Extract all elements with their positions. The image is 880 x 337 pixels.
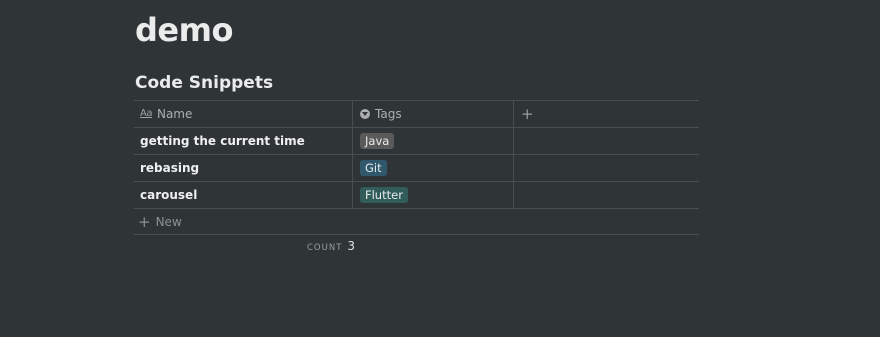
new-row-button[interactable]: + New	[134, 209, 699, 235]
table-row[interactable]: getting the current time Java	[134, 128, 699, 155]
tags-cell[interactable]: Java	[353, 128, 514, 154]
database-table: Aa Name Tags + getting the current time …	[134, 100, 699, 235]
add-column-button[interactable]: +	[514, 101, 699, 127]
page-title[interactable]: demo	[135, 11, 233, 49]
row-name: carousel	[140, 188, 198, 202]
tags-cell[interactable]: Flutter	[353, 182, 514, 208]
empty-cell	[514, 182, 699, 208]
row-name: rebasing	[140, 161, 200, 175]
table-row[interactable]: carousel Flutter	[134, 182, 699, 209]
empty-cell	[514, 128, 699, 154]
tag-badge: Java	[360, 133, 395, 149]
empty-cell	[514, 155, 699, 181]
tags-cell[interactable]: Git	[353, 155, 514, 181]
row-name: getting the current time	[140, 134, 305, 148]
column-header-tags[interactable]: Tags	[353, 101, 514, 127]
plus-icon: +	[138, 212, 151, 231]
count-value: 3	[347, 239, 356, 253]
column-header-name-label: Name	[156, 107, 193, 121]
count-aggregation[interactable]: COUNT 3	[307, 239, 355, 253]
select-property-icon	[360, 109, 370, 119]
table-header-row: Aa Name Tags +	[134, 101, 699, 128]
name-cell[interactable]: rebasing	[134, 155, 353, 181]
column-header-name[interactable]: Aa Name	[134, 101, 353, 127]
tag-badge: Git	[360, 160, 387, 176]
name-cell[interactable]: getting the current time	[134, 128, 353, 154]
database-title[interactable]: Code Snippets	[135, 73, 273, 93]
table-row[interactable]: rebasing Git	[134, 155, 699, 182]
text-property-icon: Aa	[140, 108, 152, 119]
plus-icon: +	[521, 105, 534, 123]
tag-badge: Flutter	[360, 187, 408, 203]
new-row-label: New	[155, 214, 182, 229]
count-label: COUNT	[307, 243, 343, 253]
name-cell[interactable]: carousel	[134, 182, 353, 208]
column-header-tags-label: Tags	[375, 107, 402, 121]
